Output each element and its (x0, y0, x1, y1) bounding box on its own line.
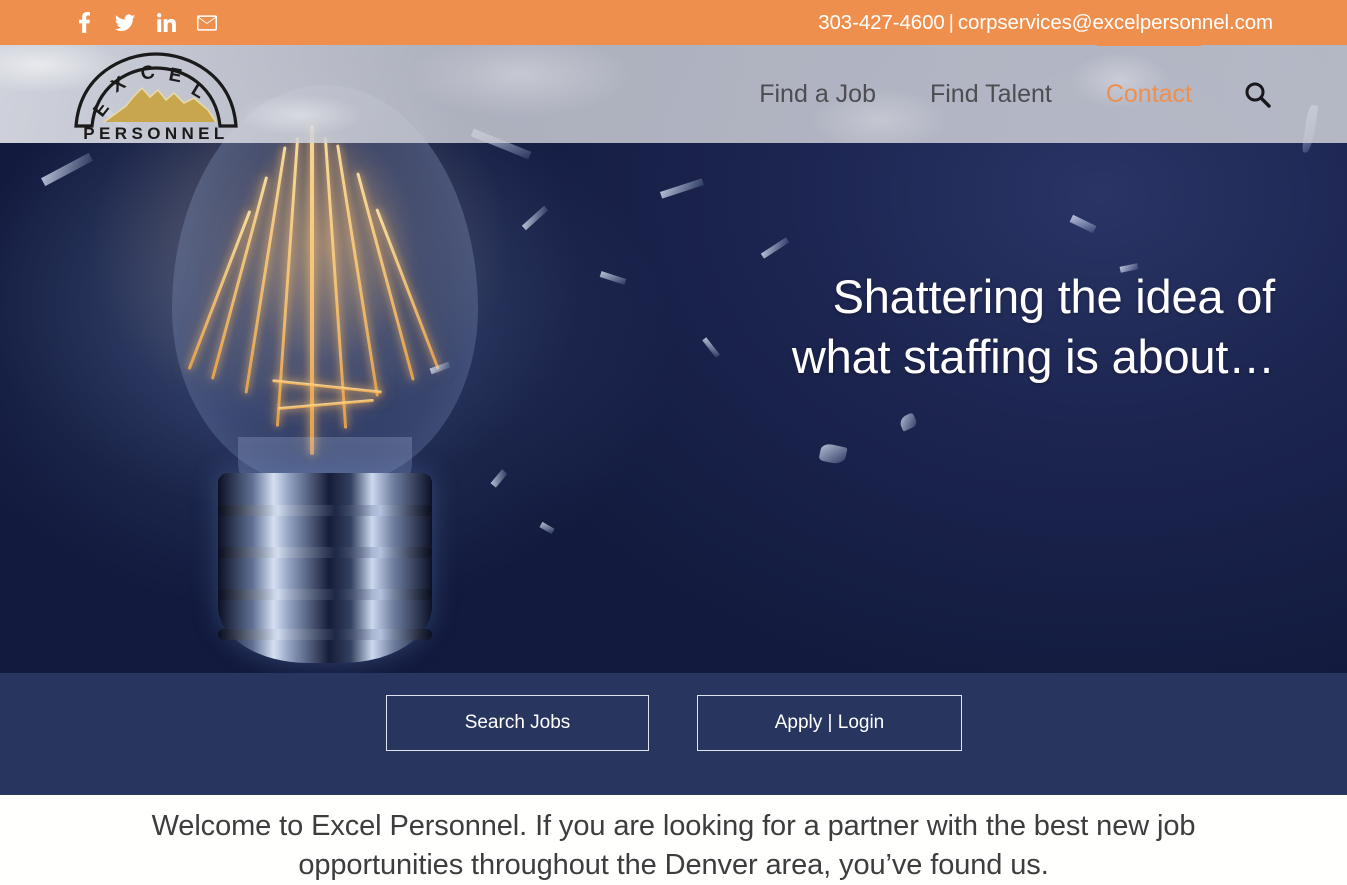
excel-personnel-logo[interactable]: E X C E L PERSONNEL (68, 48, 244, 143)
facebook-icon[interactable] (74, 12, 94, 34)
logo-letter-c: C (139, 62, 157, 85)
social-links (74, 12, 217, 34)
welcome-section: Welcome to Excel Personnel. If you are l… (0, 795, 1347, 885)
hero-headline-line-2: what staffing is about… (791, 330, 1275, 384)
email-icon[interactable] (197, 12, 217, 34)
hero-headline: Shattering the idea of what staffing is … (655, 267, 1275, 387)
contact-info: 303-427-4600 | corpservices@excelpersonnel… (818, 11, 1273, 35)
nav-item-find-talent[interactable]: Find Talent (903, 45, 1079, 143)
linkedin-icon[interactable] (156, 12, 176, 34)
nav-item-contact[interactable]: Contact (1079, 45, 1219, 143)
phone-number[interactable]: 303-427-4600 (818, 11, 945, 34)
nav-item-find-a-job[interactable]: Find a Job (732, 45, 903, 143)
twitter-icon[interactable] (115, 12, 135, 34)
nav-label-contact: Contact (1105, 79, 1192, 108)
search-jobs-button[interactable]: Search Jobs (386, 695, 649, 751)
nav-label-find-talent: Find Talent (929, 79, 1052, 108)
site-header: E X C E L PERSONNEL Find a Job Find Tale… (0, 45, 1347, 143)
email-address[interactable]: corpservices@excelpersonnel.com (958, 11, 1273, 34)
search-icon[interactable] (1219, 45, 1285, 143)
contact-separator: | (948, 10, 954, 34)
apply-login-button[interactable]: Apply | Login (697, 695, 962, 751)
welcome-text: Welcome to Excel Personnel. If you are l… (151, 810, 1196, 881)
page-root: 303-427-4600 | corpservices@excelpersonnel… (0, 0, 1347, 885)
hero-headline-line-1: Shattering the idea of (832, 270, 1276, 323)
logo-wordmark: PERSONNEL (83, 124, 228, 140)
nav-label-find-a-job: Find a Job (759, 79, 876, 108)
logo-letter-e2: E (167, 64, 183, 87)
cta-band: Search Jobs Apply | Login (0, 673, 1347, 795)
main-navigation: Find a Job Find Talent Contact (732, 45, 1285, 143)
top-contact-bar: 303-427-4600 | corpservices@excelpersonnel… (0, 0, 1347, 45)
light-bulb-image (160, 85, 490, 673)
